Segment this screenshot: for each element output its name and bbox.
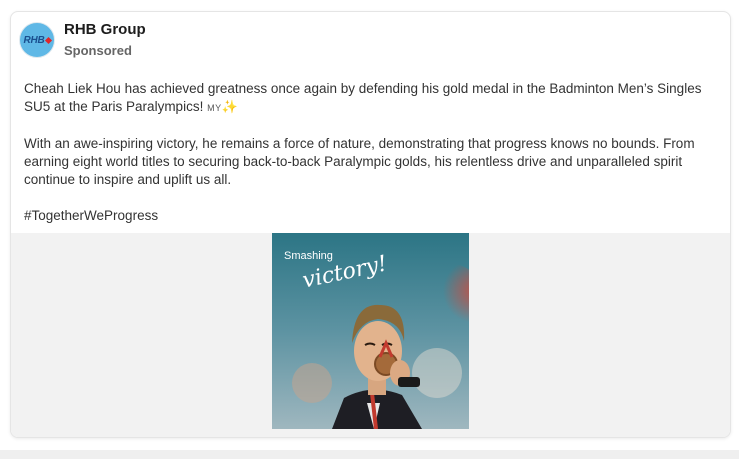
sponsored-post-card: RHB RHB Group Sponsored Cheah Liek Hou h…: [10, 11, 731, 438]
avatar-logo-text: RHB: [23, 34, 45, 46]
feed-divider: [0, 450, 739, 459]
sparkle-icon: ✨: [221, 99, 238, 114]
paragraph-1-text: Cheah Liek Hou has achieved greatness on…: [24, 81, 702, 114]
post-media: Smashing victory!: [11, 233, 730, 437]
post-paragraph-1: Cheah Liek Hou has achieved greatness on…: [24, 80, 719, 117]
logo-diamond-icon: [44, 36, 52, 44]
post-paragraph-2: With an awe-inspiring victory, he remain…: [24, 136, 695, 187]
malaysia-flag-icon: MY: [207, 103, 222, 113]
rhb-logo-icon: RHB: [23, 34, 52, 46]
athlete-photo[interactable]: Smashing victory!: [272, 233, 469, 429]
hashtag-link[interactable]: #TogetherWeProgress: [24, 207, 719, 225]
image-title-line1: Smashing: [284, 250, 333, 262]
sponsored-label: Sponsored: [64, 43, 132, 58]
company-name-link[interactable]: RHB Group: [64, 21, 146, 39]
page: RHB RHB Group Sponsored Cheah Liek Hou h…: [0, 0, 739, 459]
post-text: Cheah Liek Hou has achieved greatness on…: [24, 80, 719, 243]
post-header: RHB RHB Group Sponsored: [19, 21, 146, 62]
company-avatar[interactable]: RHB: [19, 22, 55, 58]
header-text: RHB Group Sponsored: [64, 21, 146, 59]
